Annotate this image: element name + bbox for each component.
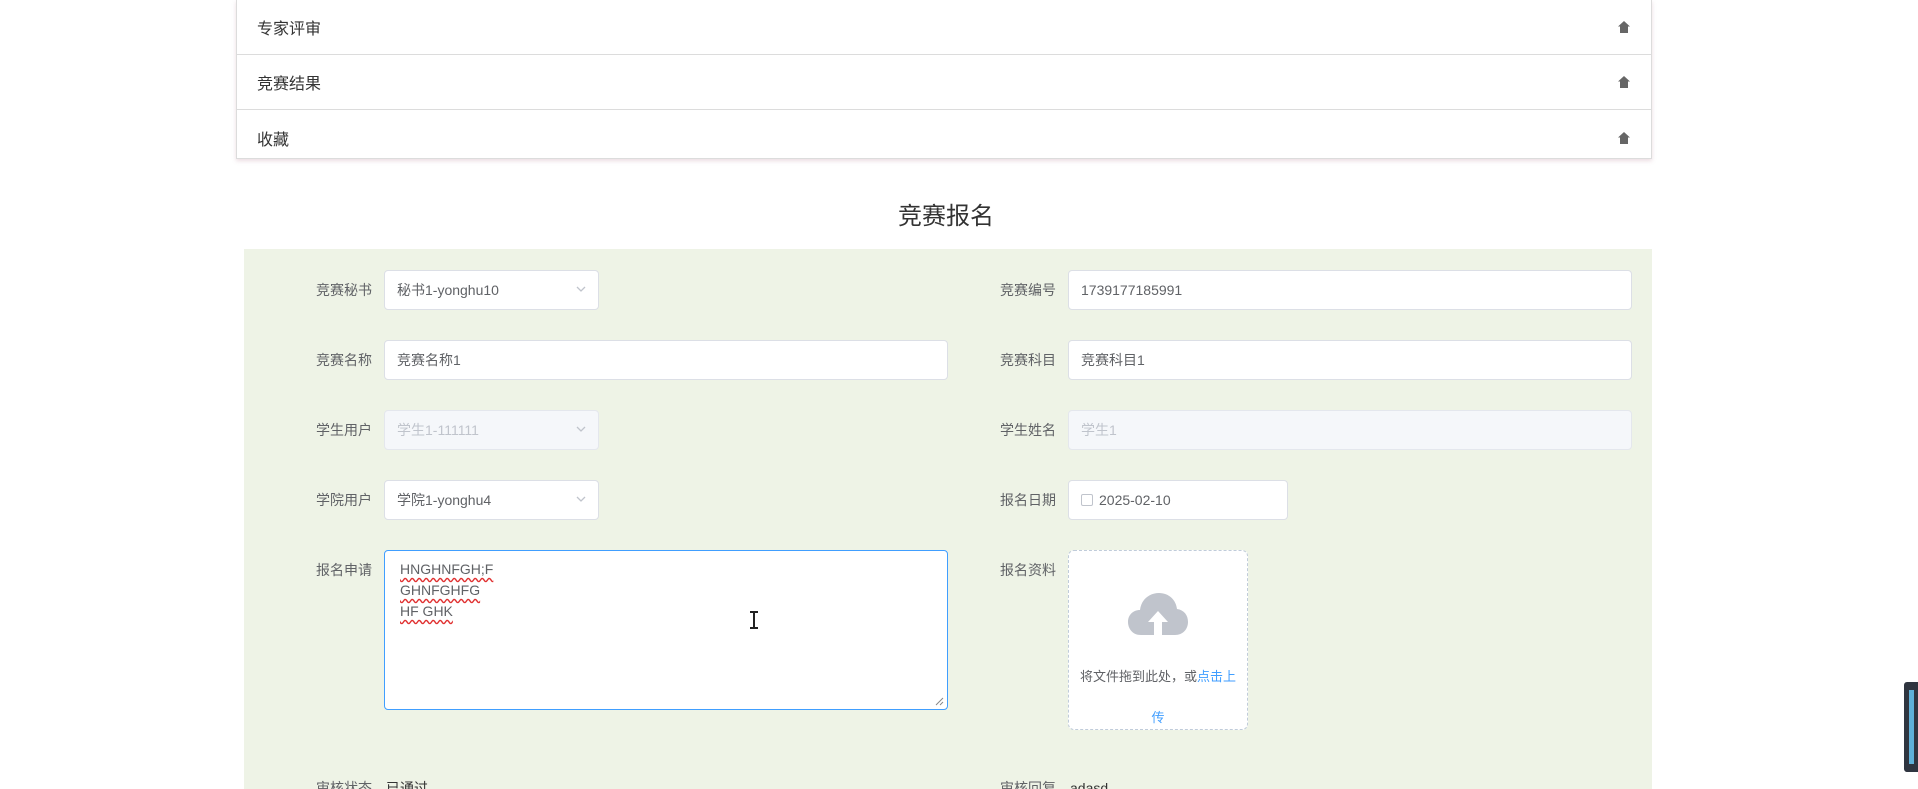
secretary-label: 竞赛秘书 — [316, 282, 372, 298]
number-field: 竞赛编号 1739177185991 — [1000, 270, 1632, 310]
student-name-value: 学生1 — [1081, 422, 1117, 438]
chevron-down-icon — [576, 426, 586, 432]
menu-item-favorites[interactable]: 收藏 — [237, 110, 1651, 165]
home-icon — [1618, 76, 1630, 88]
subject-input[interactable]: 竞赛科目1 — [1068, 340, 1632, 380]
student-name-field: 学生姓名 学生1 — [1000, 410, 1632, 450]
menu-item-expert-review[interactable]: 专家评审 — [237, 0, 1651, 55]
secretary-select[interactable]: 秘书1-yonghu10 — [384, 270, 599, 310]
student-user-value: 学生1-111111 — [397, 422, 479, 438]
date-field: 报名日期 2025-02-10 — [1000, 480, 1288, 520]
application-line: HNGHNFGH;F — [400, 561, 494, 577]
student-user-label: 学生用户 — [316, 422, 372, 438]
application-line: GHNFGHFG — [400, 582, 481, 598]
application-label: 报名申请 — [316, 562, 372, 578]
menu-item-competition-results[interactable]: 竞赛结果 — [237, 55, 1651, 110]
college-user-field: 学院用户 学院1-yonghu4 — [316, 480, 599, 520]
side-toolbar-widget[interactable] — [1904, 682, 1918, 772]
student-user-field: 学生用户 学生1-111111 — [316, 410, 599, 450]
name-field: 竞赛名称 竞赛名称1 — [316, 340, 948, 380]
menu-item-label: 竞赛结果 — [257, 76, 322, 93]
registration-form: 竞赛秘书 秘书1-yonghu10 竞赛编号 1739177185991 竞赛名… — [244, 249, 1652, 789]
resize-handle-icon[interactable] — [934, 696, 944, 706]
menu-panel: 专家评审 竞赛结果 收藏 — [236, 0, 1652, 159]
student-user-select: 学生1-111111 — [384, 410, 599, 450]
date-picker[interactable]: 2025-02-10 — [1068, 480, 1288, 520]
review-reply-field: 审核回复 adasd — [1000, 778, 1108, 789]
calendar-icon — [1081, 494, 1093, 507]
upload-hint-text: 将文件拖到此处，或 — [1079, 669, 1197, 684]
menu-item-label: 专家评审 — [257, 21, 322, 38]
application-field: 报名申请 HNGHNFGH;F GHNFGHFG HF GHK — [316, 550, 948, 710]
chevron-down-icon — [576, 496, 586, 502]
college-user-select[interactable]: 学院1-yonghu4 — [384, 480, 599, 520]
side-widget-bar — [1909, 690, 1914, 764]
student-name-input: 学生1 — [1068, 410, 1632, 450]
material-field: 报名资料 将文件拖到此处，或点击上 传 — [1000, 550, 1248, 730]
review-status-value: 已通过 — [386, 780, 428, 789]
home-icon — [1618, 21, 1630, 33]
review-status-field: 审核状态 已通过 — [316, 778, 428, 789]
number-value: 1739177185991 — [1081, 282, 1183, 298]
text-cursor-icon — [750, 611, 758, 629]
upload-hint: 将文件拖到此处，或点击上 — [1069, 667, 1247, 687]
subject-label: 竞赛科目 — [1000, 352, 1056, 368]
college-user-label: 学院用户 — [316, 492, 372, 508]
number-label: 竞赛编号 — [1000, 282, 1056, 298]
page-title: 竞赛报名 — [898, 203, 994, 230]
subject-field: 竞赛科目 竞赛科目1 — [1000, 340, 1632, 380]
number-input[interactable]: 1739177185991 — [1068, 270, 1632, 310]
name-value: 竞赛名称1 — [397, 352, 461, 368]
upload-dropzone[interactable]: 将文件拖到此处，或点击上 传 — [1068, 550, 1248, 730]
name-label: 竞赛名称 — [316, 352, 372, 368]
review-status-label: 审核状态 — [316, 780, 372, 789]
subject-value: 竞赛科目1 — [1081, 352, 1145, 368]
college-user-value: 学院1-yonghu4 — [397, 492, 492, 508]
application-textarea[interactable]: HNGHNFGH;F GHNFGHFG HF GHK — [384, 550, 948, 710]
application-line: HF GHK — [400, 603, 453, 619]
home-icon — [1618, 131, 1630, 144]
secretary-field: 竞赛秘书 秘书1-yonghu10 — [316, 270, 599, 310]
review-reply-value: adasd — [1070, 780, 1109, 789]
material-label: 报名资料 — [1000, 562, 1056, 578]
upload-click-link[interactable]: 点击上 — [1197, 669, 1236, 684]
review-reply-label: 审核回复 — [1000, 780, 1056, 789]
date-label: 报名日期 — [1000, 492, 1056, 508]
upload-cloud-icon — [1128, 593, 1188, 635]
upload-click-link-continued[interactable]: 传 — [1069, 707, 1247, 726]
secretary-value: 秘书1-yonghu10 — [397, 282, 499, 298]
date-value: 2025-02-10 — [1099, 492, 1171, 508]
name-input[interactable]: 竞赛名称1 — [384, 340, 948, 380]
student-name-label: 学生姓名 — [1000, 422, 1056, 438]
chevron-down-icon — [576, 286, 586, 292]
menu-item-label: 收藏 — [257, 131, 290, 149]
